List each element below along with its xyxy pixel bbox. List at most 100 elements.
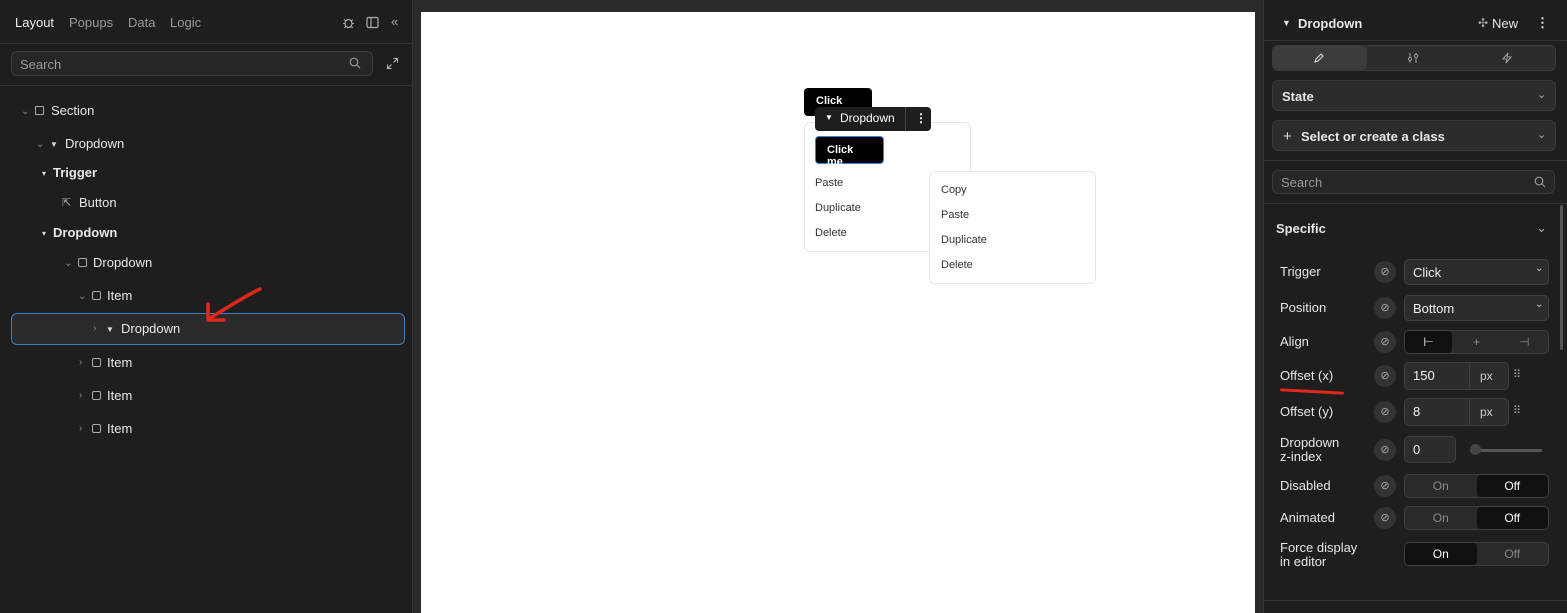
scrollbar[interactable] (1560, 205, 1563, 350)
slider-handle[interactable] (1470, 444, 1481, 455)
prop-label-force: Force display (1280, 540, 1358, 555)
tree-item-dropdown[interactable]: Dropdown (93, 255, 152, 270)
unpin-icon[interactable]: ⊘ (1374, 365, 1396, 387)
prop-label-offset-x: Offset (x) (1280, 368, 1334, 383)
dropdown-caret-icon: ▼ (50, 140, 58, 149)
collapse-icon[interactable]: « (391, 15, 398, 29)
tree-item-trigger[interactable]: Trigger (53, 165, 97, 180)
settings-sliders-icon[interactable] (1407, 52, 1419, 64)
trigger-select[interactable]: Click (1404, 259, 1549, 285)
unpin-icon[interactable]: ⊘ (1374, 401, 1396, 423)
unpin-icon[interactable]: ⊘ (1374, 261, 1396, 283)
box-icon (92, 358, 101, 367)
chevron-down-icon[interactable]: ⌄ (21, 106, 29, 117)
unpin-icon[interactable]: ⊘ (1374, 507, 1396, 529)
align-end-icon[interactable]: ⊣ (1501, 331, 1548, 353)
submenu: Copy Paste Duplicate Delete (929, 171, 1096, 284)
tab-logic[interactable]: Logic (170, 15, 201, 30)
box-icon (78, 258, 87, 267)
tree-item-item[interactable]: Item (107, 421, 132, 436)
element-toolbar[interactable]: ▼ Dropdown ⋮ (815, 107, 931, 131)
unpin-icon[interactable]: ⊘ (1374, 475, 1396, 497)
more-icon[interactable]: ⋮ (915, 111, 927, 125)
tab-data[interactable]: Data (128, 15, 155, 30)
class-select[interactable]: + Select or create a class ⌄ (1272, 120, 1556, 151)
menu-item-duplicate[interactable]: Duplicate (941, 234, 987, 246)
chevron-right-icon[interactable]: › (79, 390, 82, 401)
tree-item-item[interactable]: Item (107, 355, 132, 370)
toggle-on[interactable]: On (1405, 507, 1477, 529)
toolbar-label: Dropdown (840, 111, 895, 125)
zindex-slider[interactable] (1472, 449, 1542, 452)
tab-style[interactable] (1273, 46, 1367, 70)
menu-item-duplicate[interactable]: Duplicate (815, 202, 861, 214)
new-button[interactable]: New (1492, 16, 1518, 31)
tab-layout[interactable]: Layout (15, 15, 54, 30)
inner-button[interactable]: Click me (815, 136, 884, 168)
tree-item-dropdown-selected[interactable]: Dropdown (121, 321, 180, 336)
sidebar-icon[interactable] (366, 16, 379, 32)
menu-item-delete[interactable]: Delete (941, 259, 973, 271)
chevron-down-icon[interactable]: ⌄ (78, 291, 86, 302)
search-icon (349, 57, 361, 72)
tree-item-dropdown[interactable]: Dropdown (65, 136, 124, 151)
canvas[interactable]: Click me ▼ Dropdown ⋮ Click me Paste Dup… (421, 12, 1255, 613)
bug-icon[interactable] (342, 16, 355, 32)
unpin-icon[interactable]: ⊘ (1374, 297, 1396, 319)
caret-icon: ▾ (42, 229, 47, 238)
chevron-right-icon[interactable]: › (79, 357, 82, 368)
align-start-icon[interactable]: ⊢ (1405, 331, 1453, 353)
unpin-icon[interactable]: ⊘ (1374, 439, 1396, 461)
offset-y-input[interactable]: 8 (1404, 398, 1470, 426)
menu-item-paste[interactable]: Paste (815, 177, 843, 189)
box-icon (92, 291, 101, 300)
offset-y-unit[interactable]: px (1469, 398, 1509, 426)
tree-item-dropdown-content[interactable]: Dropdown (53, 225, 117, 240)
search-placeholder: Search (1281, 175, 1323, 190)
cursor-click-icon: ⇱ (62, 197, 72, 209)
toggle-off[interactable]: Off (1476, 475, 1548, 497)
toggle-on[interactable]: On (1405, 475, 1477, 497)
chevron-down-icon[interactable]: ⌄ (1536, 220, 1547, 236)
zindex-input[interactable]: 0 (1404, 436, 1456, 463)
unpin-icon[interactable]: ⊘ (1374, 331, 1396, 353)
menu-item-delete[interactable]: Delete (815, 227, 847, 239)
menu-item-paste[interactable]: Paste (941, 209, 969, 221)
more-icon[interactable]: ⋮ (1536, 15, 1549, 31)
drag-handle-icon[interactable]: ⠿ (1513, 368, 1521, 381)
state-select[interactable]: State ⌄ (1272, 80, 1556, 111)
offset-x-input[interactable]: 150 (1404, 362, 1470, 390)
chevron-down-icon[interactable]: ⌄ (36, 139, 44, 150)
prop-label-zindex-2: z-index (1280, 449, 1322, 464)
section-title[interactable]: Specific (1276, 221, 1326, 236)
annotation-underline (1279, 388, 1345, 395)
box-icon (92, 424, 101, 433)
props-search-input[interactable]: Search (1272, 170, 1555, 194)
align-toggle: ⊢ + ⊣ (1404, 330, 1549, 354)
chevron-right-icon[interactable]: › (79, 423, 82, 434)
toggle-off[interactable]: Off (1477, 543, 1549, 565)
panel-tabs: Layout Popups Data Logic « (0, 0, 413, 44)
prop-label-position: Position (1280, 300, 1327, 315)
drag-handle-icon[interactable]: ⠿ (1513, 404, 1521, 417)
prop-label-disabled: Disabled (1280, 478, 1331, 493)
tree-item-item[interactable]: Item (107, 388, 132, 403)
tree-search-input[interactable]: Search (11, 51, 373, 76)
tree-item-item[interactable]: Item (107, 288, 132, 303)
tree-item-section[interactable]: Section (51, 103, 94, 118)
move-icon: ✣ (1478, 16, 1489, 30)
lightning-icon[interactable] (1501, 52, 1513, 64)
menu-item-copy[interactable]: Copy (941, 184, 967, 196)
chevron-down-icon[interactable]: ⌄ (64, 258, 72, 269)
toggle-on[interactable]: On (1405, 543, 1477, 565)
expand-icon[interactable] (386, 57, 399, 73)
tree-item-button[interactable]: Button (79, 195, 117, 210)
annotation-arrow-icon (206, 287, 262, 322)
chevron-right-icon[interactable]: › (93, 323, 96, 334)
tab-popups[interactable]: Popups (69, 15, 113, 30)
offset-x-unit[interactable]: px (1469, 362, 1509, 390)
position-select[interactable]: Bottom (1404, 295, 1549, 321)
toggle-off[interactable]: Off (1476, 507, 1548, 529)
align-center-icon[interactable]: + (1452, 331, 1501, 353)
animated-toggle: On Off (1404, 506, 1549, 530)
